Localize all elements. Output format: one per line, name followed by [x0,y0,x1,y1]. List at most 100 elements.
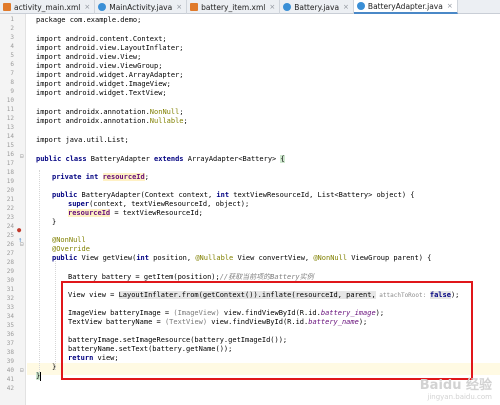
method-signature: View convertView, [233,254,314,262]
keyword: public class [36,155,87,163]
close-icon[interactable]: × [447,2,453,10]
method-signature: position, [148,254,196,262]
keyword: private int [52,173,99,181]
code-line: } [52,216,56,228]
tab-label: Battery.java [294,2,340,12]
code-line: import androidx.annotation.Nullable; [36,115,188,127]
line-number: 18 [6,169,14,176]
brace: } [52,218,57,226]
line-number: 19 [6,178,14,185]
watermark: Baidu 经验 jingyan.baidu.com [420,374,492,401]
fold-marker-icon[interactable]: ⊟ [20,367,24,374]
close-icon[interactable]: × [269,3,275,11]
indent-guide [39,170,40,372]
watermark-url: jingyan.baidu.com [427,393,492,401]
indent-guide [55,258,56,370]
tab-main-activity-java[interactable]: MainActivity.java × [95,0,188,14]
package-declaration: package com.example.demo; [36,16,142,24]
line-number: 29 [6,268,14,275]
keyword: int [136,254,149,262]
line-number: 26 [6,241,14,248]
java-class-icon [356,2,365,10]
line-number: 16 [6,151,14,158]
line-number: 5 [10,52,14,59]
import-statement: import java.util.List; [36,136,129,144]
line-number: 36 [6,331,14,338]
java-class-icon [283,3,292,11]
parameters: textViewResourceId, List<Battery> object… [229,191,415,199]
tab-label: battery_item.xml [201,2,266,12]
annotation-name: Nullable [149,117,184,125]
close-icon[interactable]: × [176,3,182,11]
line-number: 11 [6,106,14,113]
line-number-gutter[interactable]: 1 2 3 4 5 6 7 8 9 10 11 12 13 14 15 16 1… [0,14,26,405]
line-number: 32 [6,295,14,302]
tab-battery-adapter-java[interactable]: BatteryAdapter.java × [353,0,458,14]
line-number: 12 [6,115,14,122]
code-line: public View getView(int position, @Nulla… [52,252,431,264]
tab-label: MainActivity.java [109,2,173,12]
line-number: 30 [6,277,14,284]
line-number: 28 [6,259,14,266]
brace: { [280,155,285,163]
method-signature: ViewGroup parent) { [347,254,432,262]
highlight-box [61,281,473,380]
superclass: ArrayAdapter<Battery> [183,155,281,163]
annotation: @NonNull [313,254,348,262]
xml-file-icon [190,3,199,11]
import-statement: import android.widget.TextView; [36,89,167,97]
statement: Battery battery = getItem(position); [68,273,220,281]
code-line: private int resourceId; [52,171,149,183]
line-number: 38 [6,349,14,356]
punctuation: ; [144,173,149,181]
line-number: 20 [6,187,14,194]
xml-file-icon [3,3,11,11]
keyword: extends [154,155,184,163]
line-number: 9 [10,88,14,95]
tab-battery-java[interactable]: Battery.java × [280,0,354,14]
close-icon[interactable]: × [343,3,349,11]
line-number: 42 [6,385,14,392]
code-editor[interactable]: package com.example.demo; import android… [27,14,500,405]
text-caret [40,371,42,381]
import-statement: import androidx.annotation. [36,117,150,125]
line-number: 3 [10,34,14,41]
method-signature: View getView( [77,254,137,262]
keyword: public [52,254,78,262]
line-number: 6 [10,61,14,68]
annotation: @Nullable [195,254,234,262]
line-number: 15 [6,142,14,149]
line-number: 13 [6,124,14,131]
line-number: 34 [6,313,14,320]
code-line: import android.widget.TextView; [36,87,167,99]
line-number: 1 [10,16,14,23]
java-class-icon [98,3,107,11]
code-line: import java.util.List; [36,134,129,146]
tab-battery-item-xml[interactable]: battery_item.xml × [187,0,281,14]
brace: } [52,363,57,371]
code-line: public class BatteryAdapter extends Arra… [36,153,285,165]
code-line: resourceId = textViewResourceId; [68,207,203,219]
line-number: 31 [6,286,14,293]
line-number: 2 [10,25,14,32]
line-number: 37 [6,340,14,347]
assignment: = textViewResourceId; [110,209,203,217]
fold-marker-icon[interactable]: ⊟ [20,241,24,248]
tab-label: BatteryAdapter.java [367,1,443,11]
line-number: 22 [6,205,14,212]
line-number: 8 [10,79,14,86]
line-number: 40 [6,367,14,374]
line-number: 39 [6,358,14,365]
line-number: 33 [6,304,14,311]
override-gutter-icon[interactable]: ● [17,227,21,234]
close-icon[interactable]: × [84,3,90,11]
tab-activity-main-xml[interactable]: activity_main.xml × [0,0,96,14]
editor-tab-bar: activity_main.xml × MainActivity.java × … [0,0,500,14]
fold-marker-icon[interactable]: ⊟ [20,153,24,160]
line-number: 21 [6,196,14,203]
line-number: 24 [6,223,14,230]
line-number: 25 [6,232,14,239]
line-number: 14 [6,133,14,140]
line-number: 27 [6,250,14,257]
line-number: 4 [10,43,14,50]
